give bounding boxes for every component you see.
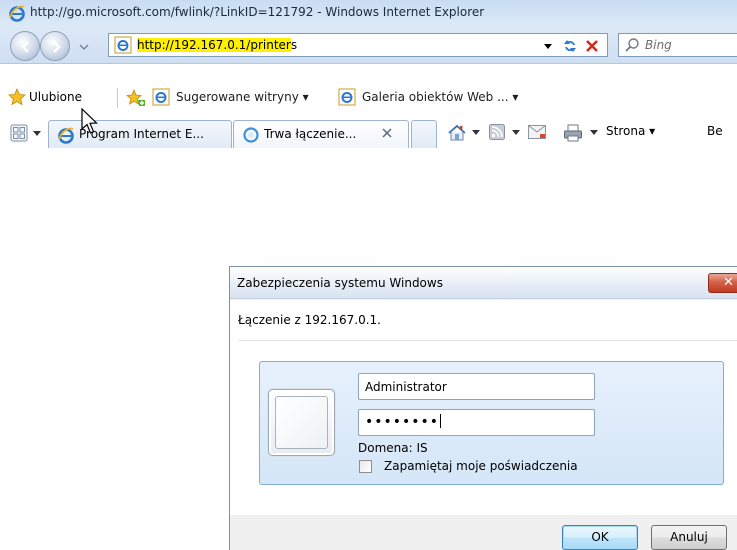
quick-tabs-icon[interactable] [10, 124, 28, 142]
address-bar[interactable]: http://192.167.0.1/printers [108, 33, 608, 57]
browser-chrome: http://go.microsoft.com/fwlink/?LinkID=1… [0, 0, 737, 158]
favorites-separator [117, 88, 118, 108]
recent-pages-dropdown-icon[interactable] [76, 40, 92, 54]
domain-label: Domena: IS [358, 441, 428, 455]
tab-list-dropdown-icon[interactable] [32, 128, 42, 138]
print-icon[interactable] [563, 123, 583, 143]
tab-close-icon[interactable] [380, 126, 394, 140]
add-to-favorites-icon[interactable] [126, 88, 146, 108]
forward-button[interactable] [40, 31, 70, 61]
page-menu-button[interactable]: Strona ▾ [606, 124, 655, 138]
favorites-label: Ulubione [29, 90, 83, 104]
password-masked-value: •••••••• [365, 414, 442, 430]
dialog-body: Łączenie z 192.167.0.1. •••••••• Domena:… [230, 300, 737, 515]
tab-connecting[interactable]: Trwa łączenie... [233, 120, 409, 148]
dialog-subtitle: Łączenie z 192.167.0.1. [238, 313, 381, 327]
tab-label: Trwa łączenie... [264, 127, 357, 141]
dialog-close-button[interactable]: ✕ [708, 273, 737, 293]
loading-spinner-icon [243, 127, 259, 143]
print-dropdown-icon[interactable] [590, 130, 598, 136]
dialog-titlebar: Zabezpieczenia systemu Windows ✕ [230, 267, 737, 299]
search-box[interactable]: Bing [618, 33, 737, 57]
remember-credentials-label[interactable]: Zapamiętaj moje poświadczenia [384, 459, 578, 473]
dialog-divider [238, 340, 737, 341]
username-input[interactable] [358, 373, 595, 400]
user-avatar [268, 389, 335, 456]
search-placeholder: Bing [645, 38, 672, 52]
mail-icon[interactable] [528, 125, 546, 139]
navigation-bar: http://192.167.0.1/printers Bing [0, 26, 737, 64]
ie-page-icon [152, 88, 170, 106]
mouse-cursor-icon [81, 108, 98, 134]
ie-page-icon [114, 36, 132, 54]
avatar-frame [275, 396, 328, 449]
search-icon [625, 38, 639, 52]
stop-icon[interactable] [583, 37, 601, 55]
dialog-title: Zabezpieczenia systemu Windows [237, 276, 443, 290]
close-icon: ✕ [723, 275, 734, 290]
tab-program-internet-explorer[interactable]: Program Internet E... [48, 120, 232, 148]
password-dots: •••••••• [365, 414, 440, 430]
text-caret [440, 414, 442, 428]
favorites-star-icon [8, 88, 26, 106]
internet-explorer-icon [9, 5, 25, 22]
page-menu-label: Strona ▾ [606, 124, 656, 138]
window-title: http://go.microsoft.com/fwlink/?LinkID=1… [30, 5, 485, 19]
credential-tile: •••••••• Domena: IS Zapamiętaj moje pośw… [259, 361, 724, 485]
refresh-icon[interactable] [561, 37, 579, 55]
ie-page-icon [338, 88, 356, 106]
remember-credentials-checkbox[interactable] [359, 460, 372, 473]
window-titlebar: http://go.microsoft.com/fwlink/?LinkID=1… [0, 0, 737, 26]
arrow-right-icon [53, 41, 61, 53]
internet-explorer-icon [58, 127, 74, 144]
suggested-sites-label: Sugerowane witryny ▾ [176, 90, 309, 104]
tab-bar: Program Internet E... Trwa łączenie... S… [0, 118, 737, 150]
safety-menu-button[interactable]: Be [707, 124, 723, 138]
home-dropdown-icon[interactable] [472, 130, 480, 136]
windows-security-dialog: Zabezpieczenia systemu Windows ✕ Łączeni… [229, 266, 737, 550]
address-url[interactable]: http://192.167.0.1/printers [137, 38, 297, 52]
address-dropdown-icon[interactable] [541, 39, 555, 53]
home-icon[interactable] [447, 123, 467, 143]
back-button[interactable] [10, 31, 40, 61]
feeds-icon[interactable] [489, 124, 505, 140]
ok-button[interactable]: OK [562, 525, 638, 550]
cancel-button[interactable]: Anuluj [651, 525, 727, 550]
address-url-rest: s [290, 38, 298, 52]
address-url-highlighted-text: http://192.167.0.1/printer [137, 38, 291, 52]
password-input[interactable]: •••••••• [358, 409, 595, 436]
feeds-dropdown-icon[interactable] [512, 130, 520, 136]
arrow-left-icon [21, 41, 29, 53]
web-slice-gallery-label: Galeria obiektów Web ... ▾ [362, 90, 519, 104]
favorites-bar: Ulubione Sugerowane witryny ▾ Galeria ob… [0, 84, 737, 112]
new-tab-button[interactable] [411, 120, 437, 148]
